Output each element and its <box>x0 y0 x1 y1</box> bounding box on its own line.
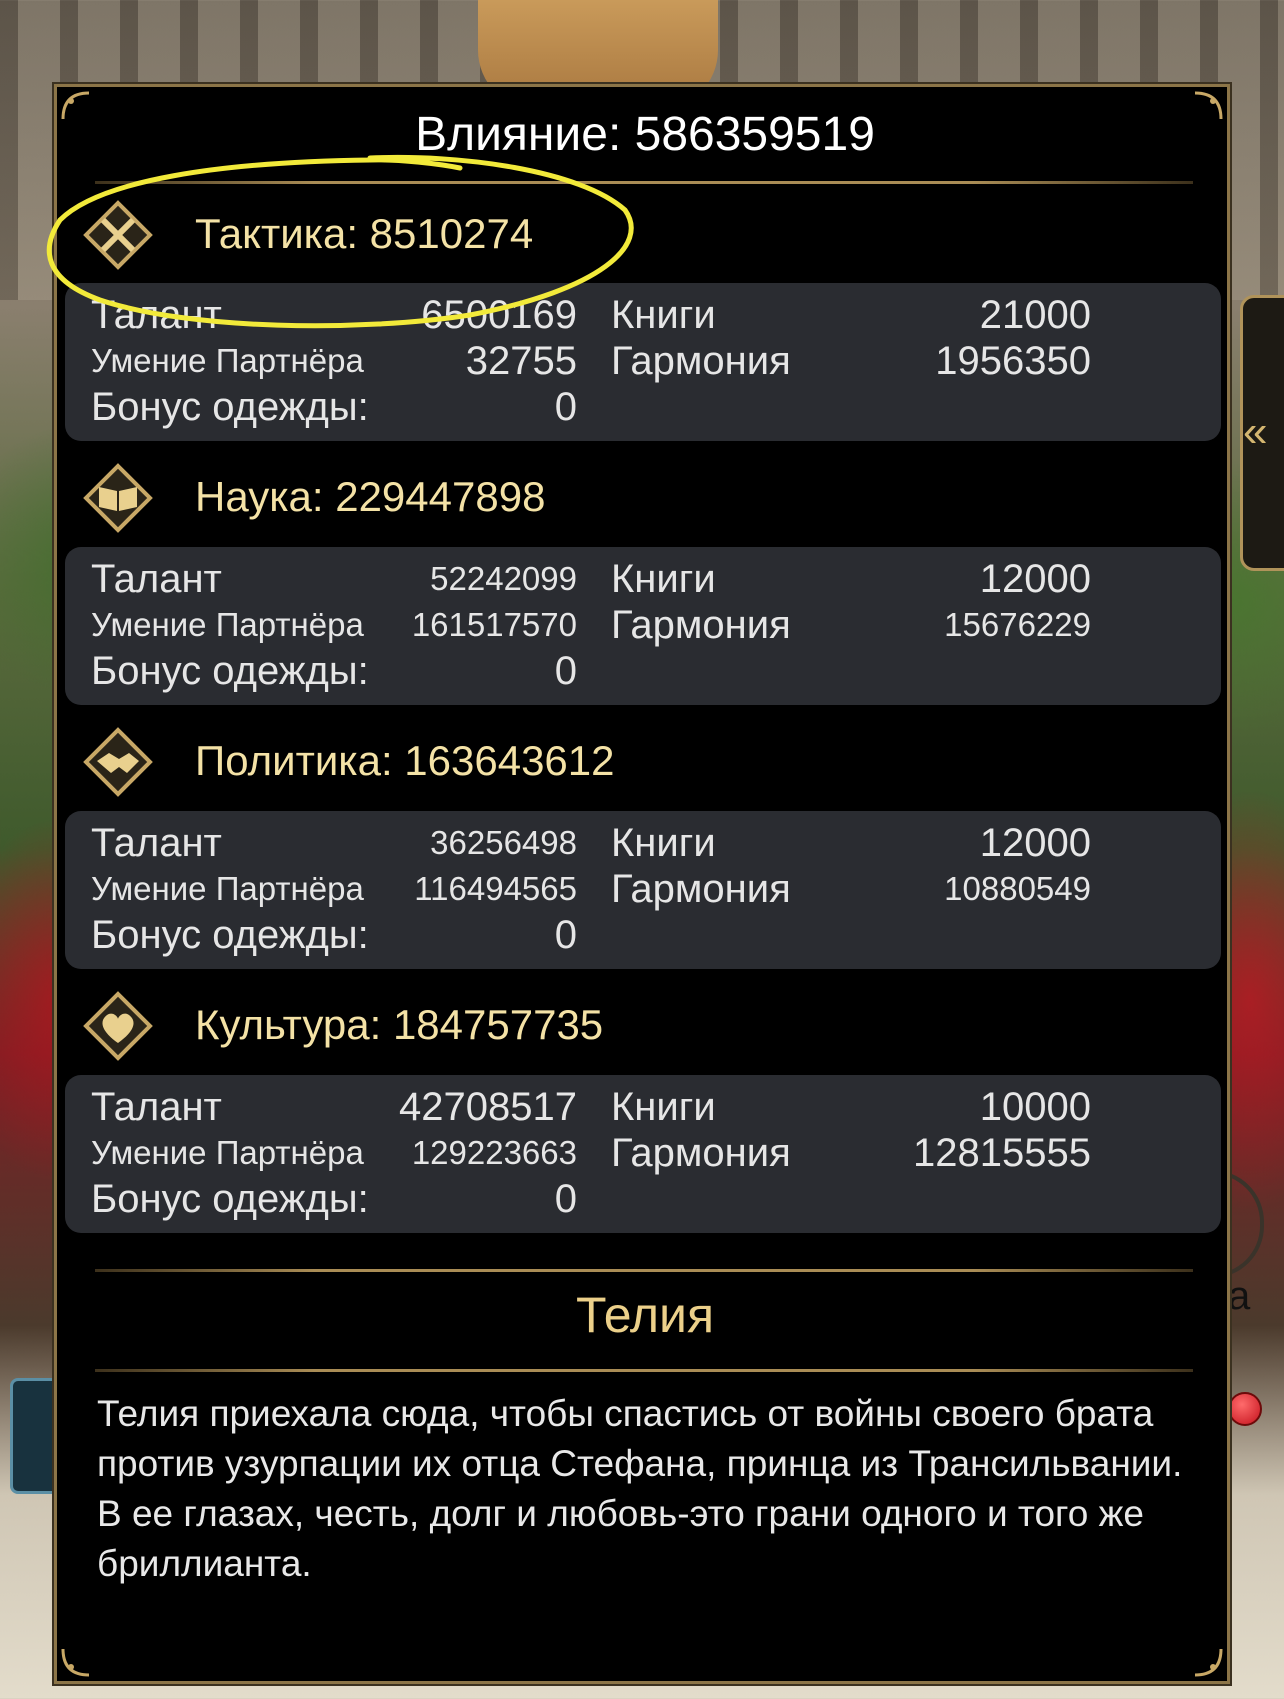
talent-value: 42708517 <box>399 1085 577 1129</box>
corner-ornament-icon <box>61 1647 91 1677</box>
books-value: 21000 <box>979 293 1091 337</box>
category-header-politics: Политика: 163643612 <box>83 727 1183 797</box>
harmony-value: 15676229 <box>944 606 1091 643</box>
harmony-label: Гармония <box>611 867 791 911</box>
talent-label: Талант <box>91 821 222 865</box>
partner-skill-value: 116494565 <box>414 870 577 907</box>
dress-bonus-label: Бонус одежды: <box>91 1177 369 1221</box>
partner-skill-value: 129223663 <box>411 1134 577 1171</box>
books-label: Книги <box>611 293 716 337</box>
harmony-value: 10880549 <box>944 870 1091 907</box>
crossed-swords-icon <box>83 200 153 270</box>
notification-dot <box>1228 1392 1262 1426</box>
dress-bonus-value: 0 <box>554 913 577 957</box>
divider <box>95 1269 1193 1272</box>
talent-label: Талант <box>91 1085 222 1129</box>
partner-skill-label: Умение Партнёра <box>91 606 364 643</box>
harmony-label: Гармония <box>611 603 791 647</box>
influence-total: Влияние: 586359519 <box>57 107 1233 163</box>
books-value: 12000 <box>979 557 1091 601</box>
books-label: Книги <box>611 1085 716 1129</box>
divider <box>95 181 1193 184</box>
category-title: Наука: 229447898 <box>195 473 546 520</box>
talent-value: 6500169 <box>421 293 577 337</box>
hearts-icon <box>83 991 153 1061</box>
category-title: Культура: 184757735 <box>195 1001 604 1048</box>
partner-skill-label: Умение Партнёра <box>91 1134 364 1171</box>
partner-skill-label: Умение Партнёра <box>91 342 364 379</box>
stats-card-culture: Талант 42708517 Умение Партнёра 12922366… <box>65 1075 1221 1233</box>
talent-value: 36256498 <box>430 824 577 861</box>
dress-bonus-value: 0 <box>554 649 577 693</box>
dress-bonus-value: 0 <box>554 1177 577 1221</box>
dress-bonus-label: Бонус одежды: <box>91 913 369 957</box>
influence-label: Влияние: <box>415 108 622 161</box>
category-title: Тактика: 8510274 <box>195 210 534 257</box>
dress-bonus-value: 0 <box>554 385 577 429</box>
books-value: 10000 <box>979 1085 1091 1129</box>
talent-value: 52242099 <box>430 560 577 597</box>
harmony-label: Гармония <box>611 339 791 383</box>
books-label: Книги <box>611 821 716 865</box>
books-value: 12000 <box>979 821 1091 865</box>
harmony-value: 12815555 <box>913 1131 1091 1175</box>
harmony-label: Гармония <box>611 1131 791 1175</box>
talent-label: Талант <box>91 293 222 337</box>
partner-skill-value: 161517570 <box>411 606 577 643</box>
category-header-science: Наука: 229447898 <box>83 463 1183 533</box>
dress-bonus-label: Бонус одежды: <box>91 385 369 429</box>
category-header-tactics: Тактика: 8510274 <box>83 200 1183 270</box>
talent-label: Талант <box>91 557 222 601</box>
category-header-culture: Культура: 184757735 <box>83 991 1183 1061</box>
category-title: Политика: 163643612 <box>195 737 615 784</box>
open-book-icon <box>83 463 153 533</box>
partner-skill-label: Умение Партнёра <box>91 870 364 907</box>
dress-bonus-label: Бонус одежды: <box>91 649 369 693</box>
divider <box>95 1369 1193 1372</box>
handshake-icon <box>83 727 153 797</box>
stats-card-tactics: Талант 6500169 Умение Партнёра 32755 Бон… <box>65 283 1221 441</box>
character-description: Телия приехала сюда, чтобы спастись от в… <box>97 1393 1183 1584</box>
partner-skill-value: 32755 <box>465 339 577 383</box>
books-label: Книги <box>611 557 716 601</box>
harmony-value: 1956350 <box>935 339 1091 383</box>
stats-card-politics: Талант 36256498 Умение Партнёра 11649456… <box>65 811 1221 969</box>
stats-card-science: Талант 52242099 Умение Партнёра 16151757… <box>65 547 1221 705</box>
chevron-left-icon[interactable]: « <box>1243 410 1267 454</box>
character-name: Телия <box>575 1287 715 1343</box>
corner-ornament-icon <box>1193 1647 1223 1677</box>
influence-value: 586359519 <box>634 108 875 161</box>
attributes-panel: Влияние: 586359519 Тактика: 8510274 Тала… <box>52 82 1233 1686</box>
